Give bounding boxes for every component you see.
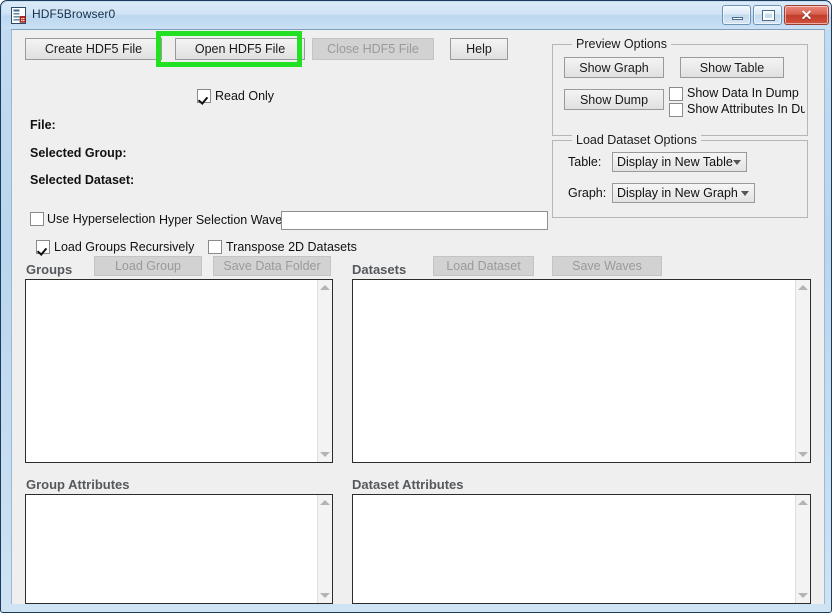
- minimize-icon: [732, 17, 743, 20]
- load-groups-recursively-label: Load Groups Recursively: [54, 240, 195, 254]
- group-attributes-listbox[interactable]: [25, 494, 333, 604]
- group-attributes-scrollbar[interactable]: [317, 495, 332, 603]
- show-table-button[interactable]: Show Table: [680, 57, 784, 78]
- chevron-down-icon[interactable]: [798, 452, 808, 457]
- close-icon: ✕: [800, 7, 813, 23]
- hyper-selection-wave-input[interactable]: [281, 211, 548, 230]
- groups-title: Groups: [26, 262, 73, 277]
- show-attributes-in-dump-label: Show Attributes In Dump: [687, 102, 805, 116]
- show-data-in-dump-label: Show Data In Dump: [687, 86, 799, 100]
- graph-display-value: Display in New Graph: [617, 186, 738, 200]
- show-data-in-dump-checkbox[interactable]: [669, 87, 683, 101]
- chevron-down-icon: [741, 191, 749, 196]
- dataset-attributes-listbox[interactable]: [352, 494, 811, 604]
- datasets-listbox[interactable]: [352, 279, 811, 463]
- selected-group-label: Selected Group:: [30, 146, 127, 160]
- client-area: Create HDF5 File Open HDF5 File Close HD…: [11, 29, 825, 604]
- transpose-2d-datasets-label: Transpose 2D Datasets: [226, 240, 357, 254]
- minimize-button[interactable]: [722, 5, 751, 25]
- maximize-icon: [763, 11, 774, 20]
- window-controls: ✕: [722, 5, 829, 25]
- load-group-button: Load Group: [94, 256, 202, 276]
- table-label: Table:: [568, 155, 602, 169]
- window-title: HDF5Browser0: [32, 7, 116, 21]
- load-groups-recursively-checkbox[interactable]: [36, 240, 50, 254]
- chevron-down-icon[interactable]: [320, 452, 330, 457]
- hdf5-document-icon: [10, 7, 27, 24]
- dataset-attributes-title: Dataset Attributes: [352, 477, 464, 492]
- transpose-2d-datasets-checkbox[interactable]: [208, 240, 222, 254]
- open-hdf5-file-button[interactable]: Open HDF5 File: [175, 38, 305, 60]
- hyper-selection-wave-label: Hyper Selection Wave:: [159, 213, 286, 227]
- chevron-down-icon[interactable]: [320, 593, 330, 598]
- dataset-attributes-scrollbar[interactable]: [795, 495, 810, 603]
- show-attributes-in-dump-checkbox[interactable]: [669, 103, 683, 117]
- read-only-label: Read Only: [215, 89, 275, 103]
- hdf5browser-window: HDF5Browser0 ✕ Create HDF5 File Open HDF…: [0, 0, 832, 613]
- show-graph-button[interactable]: Show Graph: [564, 57, 664, 78]
- close-button[interactable]: ✕: [784, 5, 829, 25]
- chevron-down-icon[interactable]: [798, 593, 808, 598]
- help-button[interactable]: Help: [450, 38, 508, 60]
- chevron-up-icon[interactable]: [798, 500, 808, 505]
- save-data-folder-button: Save Data Folder: [213, 256, 331, 276]
- read-only-checkbox[interactable]: [197, 89, 211, 103]
- create-hdf5-file-button[interactable]: Create HDF5 File: [25, 38, 162, 60]
- selected-dataset-label: Selected Dataset:: [30, 173, 135, 187]
- chevron-up-icon[interactable]: [320, 285, 330, 290]
- group-attributes-title: Group Attributes: [26, 477, 130, 492]
- title-bar[interactable]: HDF5Browser0 ✕: [2, 2, 831, 29]
- load-dataset-options-legend: Load Dataset Options: [572, 133, 701, 147]
- graph-display-select[interactable]: Display in New Graph: [612, 183, 755, 203]
- chevron-up-icon[interactable]: [320, 500, 330, 505]
- maximize-button[interactable]: [753, 5, 782, 25]
- groups-scrollbar[interactable]: [317, 280, 332, 462]
- chevron-down-icon: [733, 160, 741, 165]
- use-hyperselection-checkbox[interactable]: [30, 212, 44, 226]
- save-waves-button: Save Waves: [552, 256, 662, 276]
- show-dump-button[interactable]: Show Dump: [564, 89, 664, 110]
- load-dataset-button: Load Dataset: [433, 256, 534, 276]
- table-display-value: Display in New Table: [617, 155, 733, 169]
- file-label: File:: [30, 118, 56, 132]
- table-display-select[interactable]: Display in New Table: [612, 152, 747, 172]
- use-hyperselection-label: Use Hyperselection: [47, 212, 156, 226]
- close-hdf5-file-button: Close HDF5 File: [312, 38, 434, 60]
- datasets-title: Datasets: [352, 262, 407, 277]
- groups-listbox[interactable]: [25, 279, 333, 463]
- graph-label: Graph:: [568, 186, 607, 200]
- chevron-up-icon[interactable]: [798, 285, 808, 290]
- datasets-scrollbar[interactable]: [795, 280, 810, 462]
- preview-options-legend: Preview Options: [572, 37, 672, 51]
